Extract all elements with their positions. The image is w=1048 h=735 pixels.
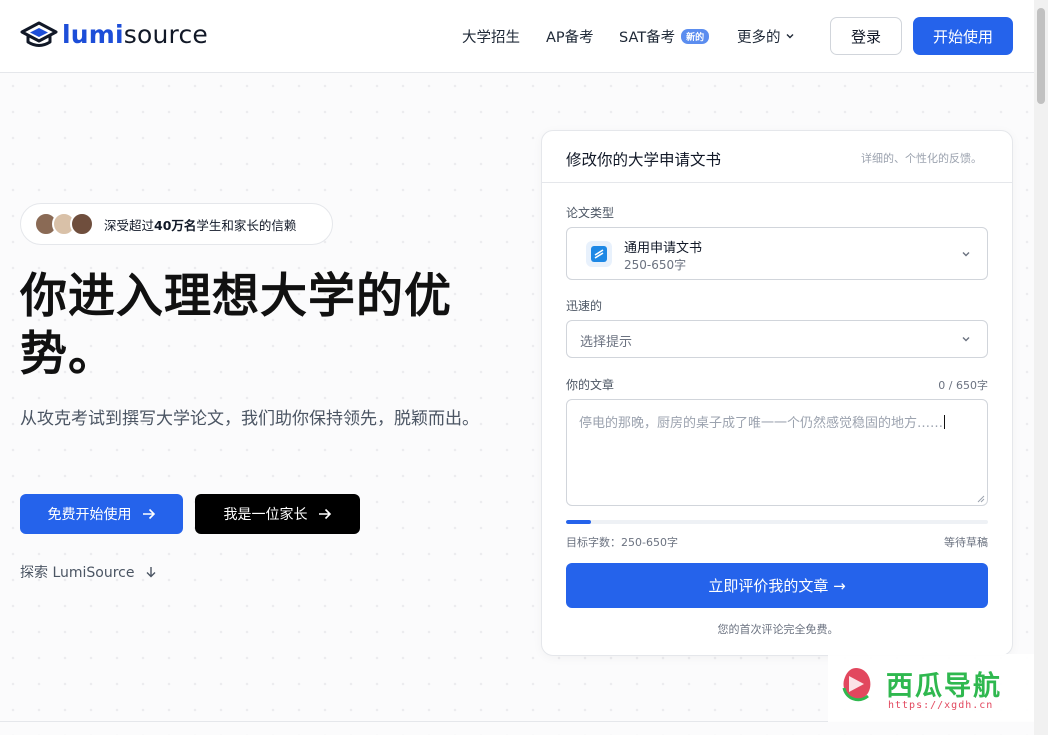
card-title: 修改你的大学申请文书 xyxy=(566,151,722,169)
parent-label: 我是一位家长 xyxy=(223,507,308,523)
nav-item-sat-prep[interactable]: SAT备考 新的 xyxy=(619,0,710,72)
chevron-down-icon xyxy=(962,337,970,342)
arrow-down-icon xyxy=(146,567,156,578)
nav-label: 大学招生 xyxy=(462,29,520,46)
arrow-right-icon xyxy=(142,508,155,520)
review-essay-button[interactable]: 立即评价我的文章 → xyxy=(566,563,988,608)
nav-item-more[interactable]: 更多的 xyxy=(737,0,795,72)
essay-type-range: 250-650字 xyxy=(624,258,687,272)
arrow-right-icon xyxy=(318,508,331,520)
free-review-note: 您的首次评论完全免费。 xyxy=(717,623,839,636)
trust-suffix: 学生和家长的信赖 xyxy=(196,217,297,233)
prompt-select[interactable]: 选择提示 xyxy=(566,320,988,358)
essay-placeholder: 停电的那晚，厨房的桌子成了唯一一个仍然感觉稳固的地方…… xyxy=(579,412,946,431)
new-badge: 新的 xyxy=(681,28,710,44)
graduation-cap-icon xyxy=(20,21,58,47)
essay-placeholder-text: 停电的那晚，厨房的桌子成了唯一一个仍然感觉稳固的地方…… xyxy=(579,416,944,431)
vertical-scrollbar[interactable] xyxy=(1034,0,1048,735)
login-button[interactable]: 登录 xyxy=(830,17,902,55)
target-word-count: 目标字数：250-650字 xyxy=(566,536,678,549)
avatar xyxy=(70,212,94,236)
explore-link[interactable]: 探索 LumiSource xyxy=(20,562,157,582)
explore-label: 探索 LumiSource xyxy=(20,565,135,581)
word-progress-bar xyxy=(566,520,988,524)
brand-name: lumisource xyxy=(62,20,208,50)
card-note: 详细的、个性化的反馈。 xyxy=(861,152,982,165)
chevron-down-icon xyxy=(786,34,793,39)
brand-name-part2: source xyxy=(123,20,209,49)
scrollbar-thumb[interactable] xyxy=(1037,8,1045,104)
trust-prefix: 深受超过 xyxy=(104,217,155,233)
nav-label: 更多的 xyxy=(737,29,781,46)
prompt-label: 迅速的 xyxy=(566,299,603,313)
brand-name-part1: lumi xyxy=(62,20,124,49)
nav-item-admissions[interactable]: 大学招生 xyxy=(462,0,520,72)
trust-highlight: 40万名 xyxy=(154,217,197,233)
draft-status: 等待草稿 xyxy=(944,536,988,549)
document-icon xyxy=(586,241,612,267)
text-caret xyxy=(944,415,946,429)
start-free-label: 免费开始使用 xyxy=(47,507,132,523)
brand-logo[interactable]: lumisource xyxy=(20,20,208,50)
essay-type-select[interactable]: 通用申请文书 250-650字 xyxy=(566,227,988,280)
word-count: 0 / 650字 xyxy=(938,379,988,392)
essay-textarea[interactable]: 停电的那晚，厨房的桌子成了唯一一个仍然感觉稳固的地方…… xyxy=(566,399,988,506)
essay-type-label: 论文类型 xyxy=(566,206,615,220)
start-free-button[interactable]: 免费开始使用 xyxy=(20,494,183,534)
watermark-title: 西瓜导航 xyxy=(886,671,1002,702)
watermelon-logo-icon xyxy=(842,668,871,702)
essay-type-value: 通用申请文书 xyxy=(624,241,703,256)
watermark-url: https://xgdh.cn xyxy=(888,700,994,711)
trust-text: 深受超过40万名学生和家长的信赖 xyxy=(104,215,296,234)
get-started-label: 开始使用 xyxy=(932,27,993,46)
get-started-button[interactable]: 开始使用 xyxy=(913,17,1013,55)
word-progress-fill xyxy=(566,520,592,524)
card-header: 修改你的大学申请文书 详细的、个性化的反馈。 xyxy=(542,131,1012,183)
login-label: 登录 xyxy=(850,27,881,46)
parent-button[interactable]: 我是一位家长 xyxy=(195,494,360,534)
resize-grip-icon[interactable] xyxy=(977,495,985,503)
chevron-down-icon xyxy=(962,252,970,257)
top-navbar: lumisource 大学招生 AP备考 SAT备考 新的 更多的 登录 开始使… xyxy=(0,0,1034,73)
hero-title: 你进入理想大学的优势。 xyxy=(20,269,452,382)
essay-label: 你的文章 xyxy=(566,378,615,392)
trust-badge: 深受超过40万名学生和家长的信赖 xyxy=(20,203,333,245)
prompt-placeholder: 选择提示 xyxy=(580,335,633,350)
nav-label: AP备考 xyxy=(546,29,594,46)
essay-review-card: 修改你的大学申请文书 详细的、个性化的反馈。 论文类型 通用申请文书 250-6… xyxy=(541,130,1013,656)
watermark: 西瓜导航 https://xgdh.cn xyxy=(828,654,1034,722)
review-essay-label: 立即评价我的文章 → xyxy=(708,577,846,595)
nav-label: SAT备考 xyxy=(619,29,676,46)
nav-item-ap-prep[interactable]: AP备考 xyxy=(546,0,594,72)
hero-subtitle: 从攻克考试到撰写大学论文，我们助你保持领先，脱颖而出。 xyxy=(20,409,479,429)
